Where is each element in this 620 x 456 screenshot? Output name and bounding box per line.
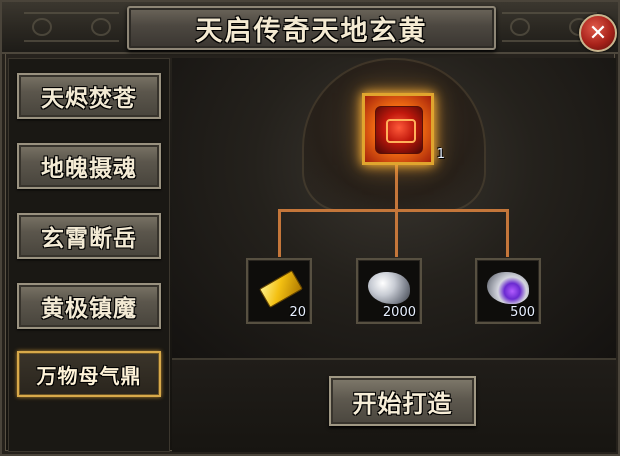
gold-bar-icon: [259, 269, 303, 309]
sidebar-item-tianjin-fencang[interactable]: 天烬焚苍: [17, 73, 161, 119]
connector-line: [395, 165, 398, 211]
window-title: 天启传奇天地玄黄: [195, 15, 428, 47]
product-count: 1: [436, 147, 445, 162]
title-ornament-left: [24, 12, 119, 42]
close-icon: ✕: [588, 20, 608, 46]
material-slot-gold[interactable]: 20: [246, 258, 312, 324]
title-plaque: 天启传奇天地玄黄: [127, 6, 496, 50]
connector-line: [395, 209, 398, 257]
sidebar-item-label: 玄霄断岳: [41, 225, 137, 252]
sidebar-item-huangji-zhenmo[interactable]: 黄极镇魔: [17, 283, 161, 329]
start-forging-button[interactable]: 开始打造: [329, 376, 476, 426]
sidebar-item-wanwu-muqiding[interactable]: 万物母气鼎: [17, 351, 161, 397]
connector-line: [278, 209, 281, 257]
material-slot-silver-ore[interactable]: 2000: [356, 258, 422, 324]
red-demon-mask-icon: [375, 106, 423, 154]
sidebar-item-label: 地魄摄魂: [41, 155, 137, 182]
material-count: 2000: [382, 305, 416, 320]
sidebar-item-label: 黄极镇魔: [41, 295, 137, 322]
product-slot[interactable]: 1: [362, 93, 445, 165]
sidebar-item-xuanxiao-duanyue[interactable]: 玄霄断岳: [17, 213, 161, 259]
sidebar-item-dipo-shehun[interactable]: 地魄摄魂: [17, 143, 161, 189]
start-forging-label: 开始打造: [352, 388, 453, 418]
crafting-window: 天启传奇天地玄黄 ✕ 天烬焚苍 地魄摄魂 玄霄断岳 黄极镇魔 万物母气鼎 1 2…: [0, 0, 620, 456]
connector-line: [506, 209, 509, 257]
material-slot-purple-ore[interactable]: 500: [475, 258, 541, 324]
title-bar: 天启传奇天地玄黄: [2, 2, 618, 54]
material-count: 500: [510, 305, 535, 320]
purple-crystal-ore-icon: [487, 272, 529, 304]
recipe-sidebar: 天烬焚苍 地魄摄魂 玄霄断岳 黄极镇魔 万物母气鼎: [8, 58, 170, 452]
close-button[interactable]: ✕: [579, 14, 617, 52]
connector-line: [278, 209, 508, 212]
sidebar-item-label: 天烬焚苍: [41, 85, 137, 112]
sidebar-item-label: 万物母气鼎: [36, 363, 142, 388]
material-count: 20: [289, 305, 306, 320]
silver-ore-icon: [368, 272, 410, 304]
